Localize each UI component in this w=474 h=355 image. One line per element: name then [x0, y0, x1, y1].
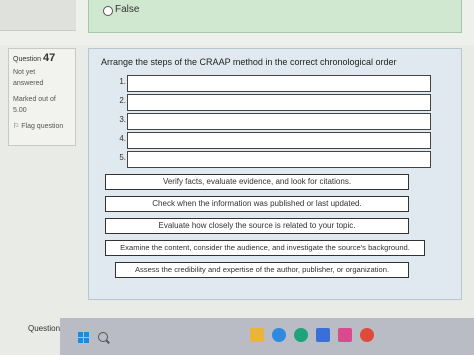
status-line-2: answered	[13, 80, 44, 87]
false-radio-button[interactable]	[103, 6, 113, 16]
previous-answer-panel: False	[88, 0, 462, 33]
marks-label: Marked out of	[13, 96, 56, 103]
question-label: Question	[13, 56, 42, 63]
flag-icon: ⚐	[13, 123, 20, 130]
slot-number: 4.	[119, 134, 126, 143]
slot-number: 5.	[119, 153, 126, 162]
drop-slot-2[interactable]	[127, 94, 431, 111]
drop-slot-3[interactable]	[127, 113, 431, 130]
drop-slot-1[interactable]	[127, 75, 431, 92]
next-question-label: Question	[28, 324, 61, 333]
previous-question-strip: False	[0, 0, 474, 45]
search-icon[interactable]	[98, 332, 108, 342]
question-number: Question 47	[13, 52, 55, 64]
drag-option[interactable]: Assess the credibility and expertise of …	[115, 262, 409, 278]
edge-icon[interactable]	[294, 328, 308, 342]
taskbar	[60, 318, 474, 355]
question-info-box: Question 47 Not yet answered Marked out …	[8, 48, 76, 146]
drop-slot-4[interactable]	[127, 132, 431, 149]
status-line-1: Not yet	[13, 69, 36, 76]
drag-option[interactable]: Evaluate how closely the source is relat…	[105, 218, 409, 234]
files-icon[interactable]	[250, 328, 264, 342]
start-icon[interactable]	[78, 332, 90, 344]
question-panel: Arrange the steps of the CRAAP method in…	[88, 48, 462, 300]
marks-value: 5.00	[13, 107, 27, 114]
store-icon[interactable]	[316, 328, 330, 342]
question-number-value: 47	[42, 52, 56, 64]
chrome-icon[interactable]	[360, 328, 374, 342]
app-icon[interactable]	[338, 328, 352, 342]
slot-number: 1.	[119, 77, 126, 86]
slot-number: 3.	[119, 115, 126, 124]
previous-question-info	[0, 0, 76, 31]
question-text: Arrange the steps of the CRAAP method in…	[101, 57, 397, 67]
flag-question-button[interactable]: ⚐ Flag question	[13, 122, 63, 130]
drag-option[interactable]: Check when the information was published…	[105, 196, 409, 212]
browser-icon[interactable]	[272, 328, 286, 342]
false-option-label: False	[115, 4, 140, 15]
drop-slot-5[interactable]	[127, 151, 431, 168]
slot-number: 2.	[119, 96, 126, 105]
drag-option[interactable]: Examine the content, consider the audien…	[105, 240, 425, 256]
drag-option[interactable]: Verify facts, evaluate evidence, and loo…	[105, 174, 409, 190]
flag-question-label: Flag question	[21, 123, 64, 130]
